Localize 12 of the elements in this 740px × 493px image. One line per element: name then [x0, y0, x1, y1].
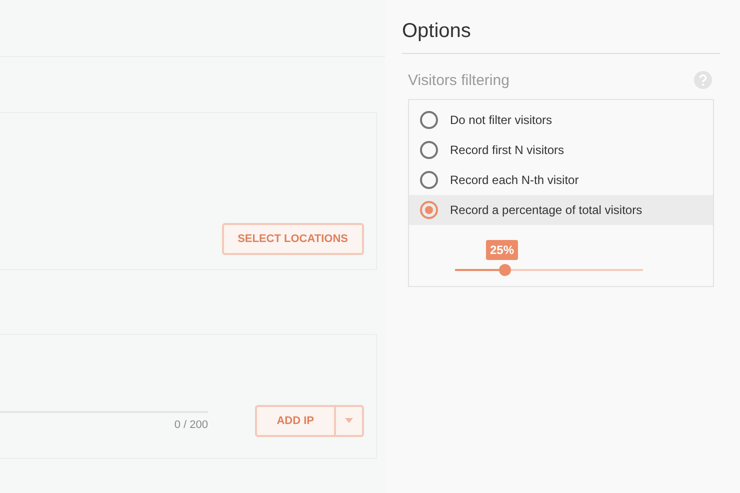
section-title: Visitors filtering [408, 72, 510, 88]
slider-thumb[interactable] [499, 264, 511, 276]
character-counter: 0 / 200 [174, 418, 208, 430]
radio-option[interactable]: Record first N visitors [409, 135, 713, 165]
dropdown-button[interactable] [336, 404, 364, 436]
value-tooltip: 25% [486, 240, 518, 260]
help-icon[interactable] [694, 71, 712, 89]
panel-title: Options [402, 0, 720, 54]
radio-option[interactable]: Record a percentage of total visitors [409, 195, 713, 225]
radio-option[interactable]: Record each N-th visitor [409, 165, 713, 195]
caret-icon [345, 418, 353, 424]
radio-option[interactable]: Do not filter visitors [409, 105, 713, 135]
